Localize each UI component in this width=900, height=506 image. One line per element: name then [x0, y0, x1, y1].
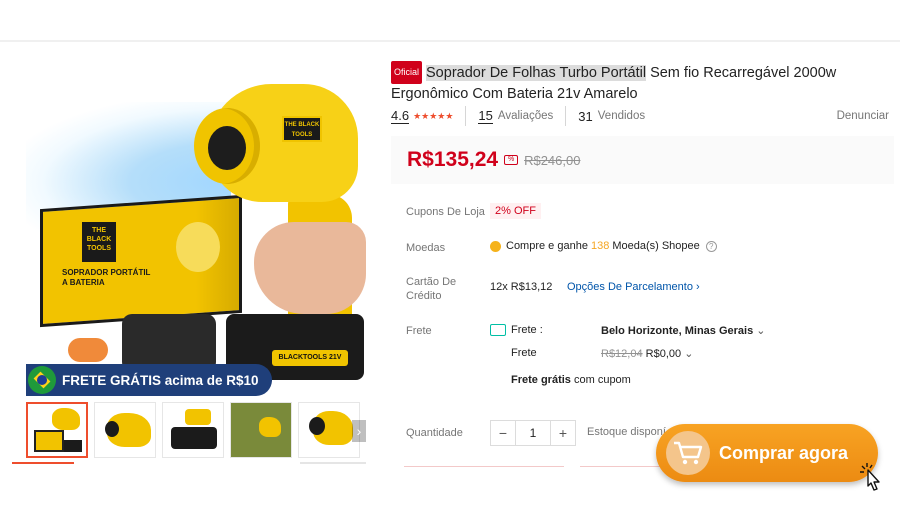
- thumbnail[interactable]: [162, 402, 224, 458]
- product-title: Oficial Soprador De Folhas Turbo Portátil…: [391, 61, 871, 105]
- thumbnail-strip: ›: [26, 402, 366, 460]
- free-shipping-banner: FRETE GRÁTIS acima de R$10: [26, 364, 272, 396]
- shipping-fee-label: Frete: [511, 347, 537, 359]
- thumb-nozzle-shape: [309, 417, 325, 435]
- rating-value[interactable]: 4.6: [391, 108, 410, 124]
- thumb-battery-shape: [171, 427, 217, 449]
- box-brand-logo: THE BLACK TOOLS: [82, 222, 116, 262]
- top-divider: [0, 40, 900, 42]
- quantity-input[interactable]: 1: [515, 421, 551, 445]
- box-blower-illustration: [176, 222, 220, 272]
- thumbnail[interactable]: [26, 402, 88, 458]
- coins-label: Moedas: [406, 242, 446, 254]
- brazil-flag-icon: [28, 366, 56, 394]
- banner-text: FRETE GRÁTIS acima de R$10: [62, 372, 259, 388]
- help-icon[interactable]: ?: [705, 240, 717, 252]
- cart-icon-svg: [674, 441, 703, 465]
- chevron-down-icon: ⌄: [684, 348, 694, 360]
- divider: [465, 106, 467, 126]
- coins-prefix: Compre e ganhe: [506, 240, 588, 252]
- truck-icon: [490, 324, 506, 336]
- credit-card-label: Cartão De Crédito: [406, 276, 457, 302]
- coupon-chip[interactable]: 2% OFF: [490, 203, 541, 219]
- shipping-city: Belo Horizonte, Minas Gerais: [601, 325, 754, 337]
- installment-value: 12x R$13,12: [490, 281, 553, 293]
- button-outline-line: [404, 466, 564, 467]
- report-link[interactable]: Denunciar: [837, 110, 889, 122]
- thumb-nozzle-shape: [105, 421, 119, 437]
- thumb-box-shape: [34, 430, 64, 452]
- earplugs: [68, 338, 108, 362]
- decrease-button[interactable]: −: [491, 421, 515, 445]
- sold-count: 31: [578, 108, 593, 124]
- thumb-blower-shape: [259, 417, 281, 437]
- coupons-label: Cupons De Loja: [406, 206, 485, 218]
- product-stats: 4.6 ★★★★★ 15 Avaliações 31 Vendidos Denu…: [391, 106, 889, 126]
- thumbnail-scroll-track: [300, 462, 366, 464]
- official-badge: Oficial: [391, 61, 423, 84]
- buy-now-label: Comprar agora: [719, 442, 849, 463]
- product-main-image[interactable]: THE BLACK TOOLS SOPRADOR PORTÁTIL A BATE…: [26, 62, 366, 398]
- thumb-battery-top: [185, 409, 211, 425]
- increase-button[interactable]: +: [551, 421, 575, 445]
- coins-suffix: Moeda(s) Shopee: [612, 240, 700, 252]
- shipping-new-fee: R$0,00: [645, 348, 682, 360]
- shipping-fee[interactable]: R$12,04 R$0,00 ⌄: [601, 347, 693, 360]
- thumbnail-active-indicator: [12, 462, 74, 464]
- coins-info: Compre e ganhe 138 Moeda(s) Shopee ?: [490, 240, 717, 252]
- shipping-to-label: Frete :: [511, 324, 543, 336]
- nozzle-opening: [208, 126, 246, 170]
- thumb-blower-shape: [52, 408, 80, 430]
- quantity-stepper: − 1 +: [490, 420, 576, 446]
- installment-options-text: Opções De Parcelamento: [567, 281, 693, 293]
- cart-icon: [666, 431, 710, 475]
- thumbnail[interactable]: [230, 402, 292, 458]
- hand-cursor-icon: [860, 463, 880, 491]
- title-highlighted-text: Soprador De Folhas Turbo Portátil: [426, 65, 647, 81]
- reviews-label: Avaliações: [497, 110, 554, 122]
- quantity-label: Quantidade: [406, 427, 463, 439]
- rating-stars-icon: ★★★★★: [413, 110, 454, 121]
- thumbnail[interactable]: [298, 402, 360, 458]
- thumb-battery-shape: [64, 440, 82, 452]
- blower-brand-badge: THE BLACK TOOLS: [282, 116, 322, 142]
- price-section: R$135,24 % R$246,00: [391, 136, 894, 184]
- battery-label: BLACKTOOLS 21V: [272, 350, 348, 366]
- chevron-right-icon: ›: [696, 281, 700, 293]
- chevron-down-icon: ⌄: [756, 325, 766, 337]
- thumbnail[interactable]: [94, 402, 156, 458]
- current-price: R$135,24: [407, 148, 499, 171]
- reviews-count[interactable]: 15: [478, 108, 493, 124]
- coins-amount: 138: [590, 240, 610, 252]
- installment-options-link[interactable]: Opções De Parcelamento ›: [567, 281, 700, 293]
- original-price: R$246,00: [524, 152, 581, 168]
- shipping-old-fee: R$12,04: [601, 348, 643, 360]
- stock-info: Estoque disponí: [587, 426, 666, 438]
- buy-now-button[interactable]: Comprar agora: [656, 424, 878, 482]
- free-shipping-bold: Frete grátis: [511, 374, 571, 386]
- sold-label: Vendidos: [597, 110, 646, 122]
- thumbnail-next-icon[interactable]: ›: [352, 420, 366, 442]
- shipping-label: Frete: [406, 325, 432, 337]
- hand: [254, 222, 366, 314]
- shipping-city-select[interactable]: Belo Horizonte, Minas Gerais ⌄: [601, 324, 765, 337]
- shopee-coin-icon: [490, 240, 501, 252]
- free-shipping-rest: com cupom: [573, 374, 631, 386]
- price-tag-icon: %: [504, 155, 519, 165]
- divider: [565, 106, 567, 126]
- box-product-title: SOPRADOR PORTÁTIL A BATERIA: [62, 268, 151, 287]
- free-shipping-note: Frete grátis com cupom: [511, 374, 631, 386]
